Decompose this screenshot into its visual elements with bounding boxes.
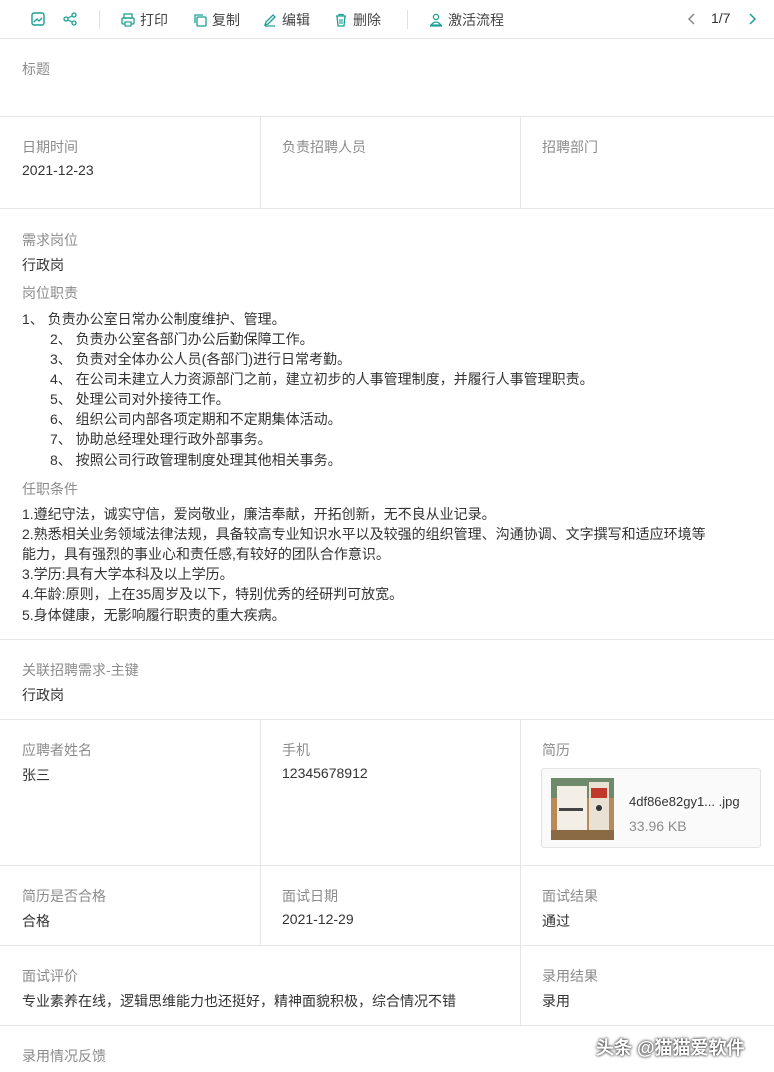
requirement-item: 能力，具有强烈的事业心和责任感,有较好的团队合作意识。 (22, 546, 390, 562)
edit-label: 编辑 (282, 12, 310, 28)
recruiter-label: 负责招聘人员 (282, 139, 366, 155)
column-divider (260, 866, 261, 945)
copy-button[interactable]: 复制 (193, 10, 240, 30)
hire-result-value[interactable]: 录用 (542, 991, 570, 1011)
position-section: 需求岗位 行政岗 岗位职责 1、 负责办公室日常办公制度维护、管理。 2、 负责… (0, 209, 774, 640)
print-icon (121, 13, 135, 27)
position-value[interactable]: 行政岗 (22, 255, 64, 275)
chevron-left-icon[interactable] (684, 11, 700, 27)
related-section: 关联招聘需求-主键 行政岗 (0, 640, 774, 720)
title-section: 标题 (0, 39, 774, 117)
image-icon[interactable] (30, 11, 46, 27)
column-divider (520, 946, 521, 1025)
interview-row: 简历是否合格 合格 面试日期 2021-12-29 面试结果 通过 (0, 866, 774, 946)
date-time-value[interactable]: 2021-12-23 (22, 162, 94, 178)
hire-result-label: 录用结果 (542, 968, 598, 984)
duty-item: 3、 负责对全体办公人员(各部门)进行日常考勤。 (50, 351, 351, 367)
requirement-item: 3.学历:具有大学本科及以上学历。 (22, 566, 234, 582)
duty-item: 7、 协助总经理处理行政外部事务。 (50, 431, 272, 447)
duty-item: 5、 处理公司对外接待工作。 (50, 391, 230, 407)
evaluation-row: 面试评价 专业素养在线，逻辑思维能力也还挺好，精神面貌积极，综合情况不错 录用结… (0, 946, 774, 1026)
duty-item: 8、 按照公司行政管理制度处理其他相关事务。 (50, 452, 342, 468)
pager-indicator: 1/7 (711, 10, 731, 26)
duties-label: 岗位职责 (22, 285, 78, 301)
resume-label: 简历 (542, 742, 570, 758)
title-label: 标题 (22, 61, 50, 77)
phone-value[interactable]: 12345678912 (282, 765, 368, 781)
duty-item: 2、 负责办公室各部门办公后勤保障工作。 (50, 331, 314, 347)
activate-flow-label: 激活流程 (448, 12, 504, 28)
print-label: 打印 (140, 12, 168, 28)
trash-icon (336, 13, 346, 27)
activate-flow-button[interactable]: 激活流程 (429, 10, 504, 30)
column-divider (260, 720, 261, 865)
column-divider (520, 720, 521, 865)
edit-icon (263, 14, 276, 27)
related-value[interactable]: 行政岗 (22, 685, 64, 705)
interview-date-label: 面试日期 (282, 888, 338, 904)
attachment-file-name: 4df86e82gy1... .jpg (629, 794, 740, 809)
hire-feedback-label: 录用情况反馈 (22, 1048, 106, 1064)
duty-item: 6、 组织公司内部各项定期和不定期集体活动。 (50, 411, 342, 427)
basic-info-row: 日期时间 2021-12-23 负责招聘人员 招聘部门 (0, 117, 774, 209)
chevron-right-icon[interactable] (744, 11, 760, 27)
column-divider (520, 866, 521, 945)
copy-label: 复制 (212, 12, 240, 28)
position-label: 需求岗位 (22, 232, 78, 248)
toolbar-divider (407, 10, 408, 29)
watermark: 头条 @猫猫爱软件 (596, 1038, 745, 1058)
requirement-item: 4.年龄:原则，上在35周岁及以下，特别优秀的经研判可放宽。 (22, 586, 404, 602)
print-button[interactable]: 打印 (121, 10, 168, 30)
column-divider (520, 117, 521, 208)
delete-button[interactable]: 删除 (334, 10, 381, 30)
applicant-name-label: 应聘者姓名 (22, 742, 92, 758)
interview-date-value[interactable]: 2021-12-29 (282, 911, 354, 927)
related-label: 关联招聘需求-主键 (22, 662, 139, 678)
delete-label: 删除 (353, 12, 381, 28)
applicant-row: 应聘者姓名 张三 手机 12345678912 简历 4df86e82gy1..… (0, 720, 774, 866)
user-stamp-icon (429, 13, 443, 27)
resume-attachment[interactable]: 4df86e82gy1... .jpg 33.96 KB (541, 768, 761, 848)
date-time-label: 日期时间 (22, 139, 78, 155)
resume-qualified-label: 简历是否合格 (22, 888, 106, 904)
interview-evaluation-value[interactable]: 专业素养在线，逻辑思维能力也还挺好，精神面貌积极，综合情况不错 (22, 991, 456, 1011)
interview-result-label: 面试结果 (542, 888, 598, 904)
requirements-label: 任职条件 (22, 481, 78, 497)
requirement-item: 2.熟悉相关业务领域法律法规，具备较高专业知识水平以及较强的组织管理、沟通协调、… (22, 526, 706, 542)
department-label: 招聘部门 (542, 139, 598, 155)
phone-label: 手机 (282, 742, 310, 758)
edit-button[interactable]: 编辑 (263, 10, 310, 30)
toolbar: 打印 复制 编辑 删除 激活流程 1/7 (0, 0, 774, 39)
requirement-item: 5.身体健康，无影响履行职责的重大疾病。 (22, 607, 286, 623)
duty-item: 4、 在公司未建立人力资源部门之前，建立初步的人事管理制度，并履行人事管理职责。 (50, 371, 594, 387)
resume-qualified-value[interactable]: 合格 (22, 911, 50, 931)
applicant-name-value[interactable]: 张三 (22, 765, 50, 785)
duty-item: 1、 负责办公室日常办公制度维护、管理。 (22, 311, 286, 327)
column-divider (260, 117, 261, 208)
interview-result-value[interactable]: 通过 (542, 911, 570, 931)
attachment-thumbnail (551, 778, 614, 840)
copy-icon (194, 14, 207, 27)
toolbar-divider (99, 10, 100, 29)
share-icon[interactable] (62, 11, 78, 27)
interview-evaluation-label: 面试评价 (22, 968, 78, 984)
requirement-item: 1.遵纪守法，诚实守信，爱岗敬业，廉洁奉献，开拓创新，无不良从业记录。 (22, 506, 496, 522)
attachment-file-size: 33.96 KB (629, 818, 687, 834)
